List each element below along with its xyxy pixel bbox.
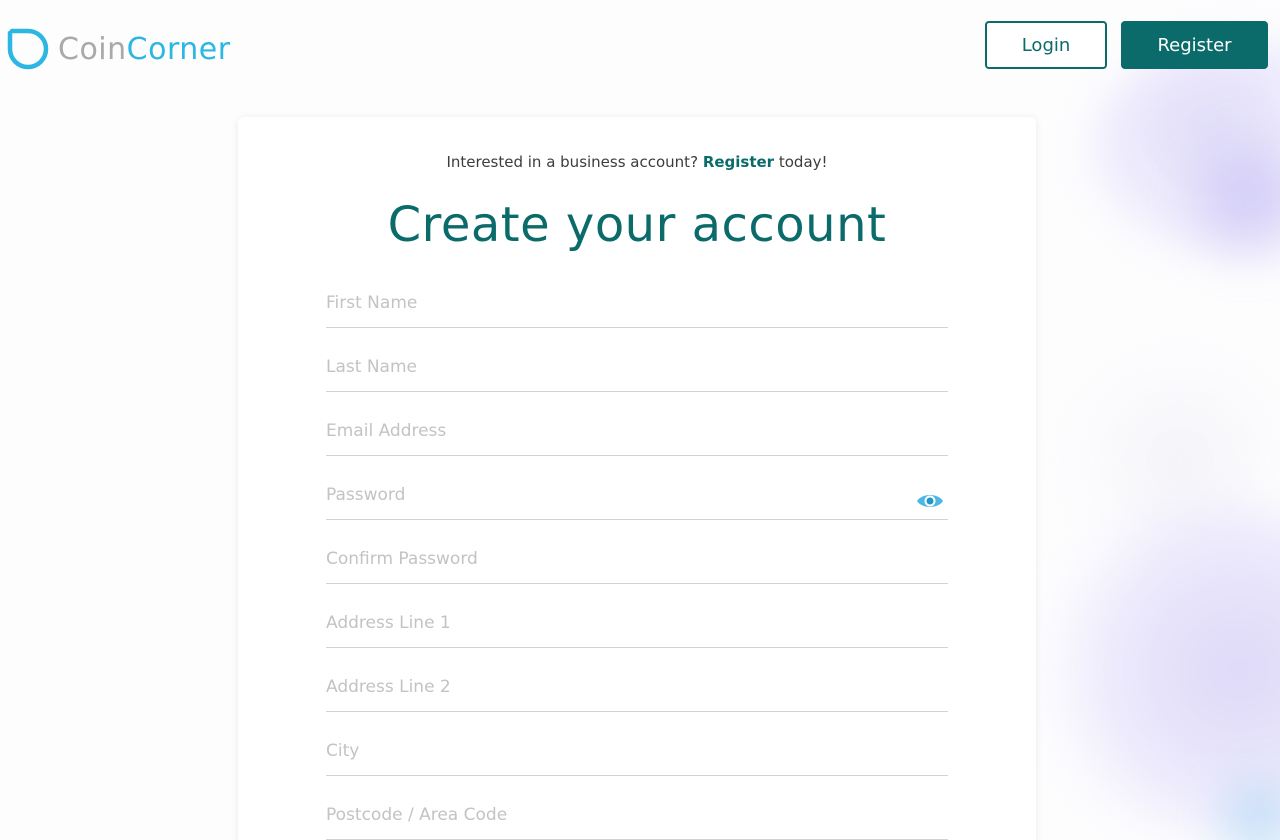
login-button[interactable]: Login <box>985 21 1107 69</box>
password-field <box>326 474 948 520</box>
register-card: Interested in a business account? Regist… <box>238 117 1036 840</box>
postcode-field <box>326 794 948 840</box>
page-title: Create your account <box>387 197 887 253</box>
logo-mark-icon <box>7 28 49 70</box>
background-smudge <box>1200 760 1280 840</box>
address-line-2-input[interactable] <box>326 673 948 701</box>
business-account-prompt: Interested in a business account? Regist… <box>238 153 1036 171</box>
page: Coin Corner Login Register Interested in … <box>0 0 1280 840</box>
logo-text-corner: Corner <box>126 31 231 67</box>
coincorner-logo[interactable]: Coin Corner <box>6 26 231 72</box>
city-input[interactable] <box>326 737 948 765</box>
city-field <box>326 730 948 776</box>
business-prompt-suffix: today! <box>778 153 828 171</box>
address-line-1-field <box>326 602 948 648</box>
address-line-2-field <box>326 666 948 712</box>
logo-text: Coin Corner <box>58 32 231 67</box>
address-line-1-input[interactable] <box>326 609 948 637</box>
background-smudge <box>1030 500 1280 840</box>
email-field <box>326 410 948 456</box>
top-header: Coin Corner Login Register <box>0 0 1280 96</box>
password-input[interactable] <box>326 481 948 509</box>
business-register-link[interactable]: Register <box>703 153 774 171</box>
first-name-field <box>326 282 948 328</box>
logo-text-coin: Coin <box>58 31 127 67</box>
eye-icon[interactable] <box>916 491 944 511</box>
confirm-password-input[interactable] <box>326 545 948 573</box>
confirm-password-field <box>326 538 948 584</box>
postcode-input[interactable] <box>326 801 948 829</box>
last-name-field <box>326 346 948 392</box>
register-button[interactable]: Register <box>1121 21 1268 69</box>
email-input[interactable] <box>326 417 948 445</box>
business-prompt-text: Interested in a business account? <box>446 153 699 171</box>
background-smudge <box>1170 120 1280 280</box>
last-name-input[interactable] <box>326 353 948 381</box>
background-smudge <box>1050 360 1280 560</box>
first-name-input[interactable] <box>326 289 948 317</box>
